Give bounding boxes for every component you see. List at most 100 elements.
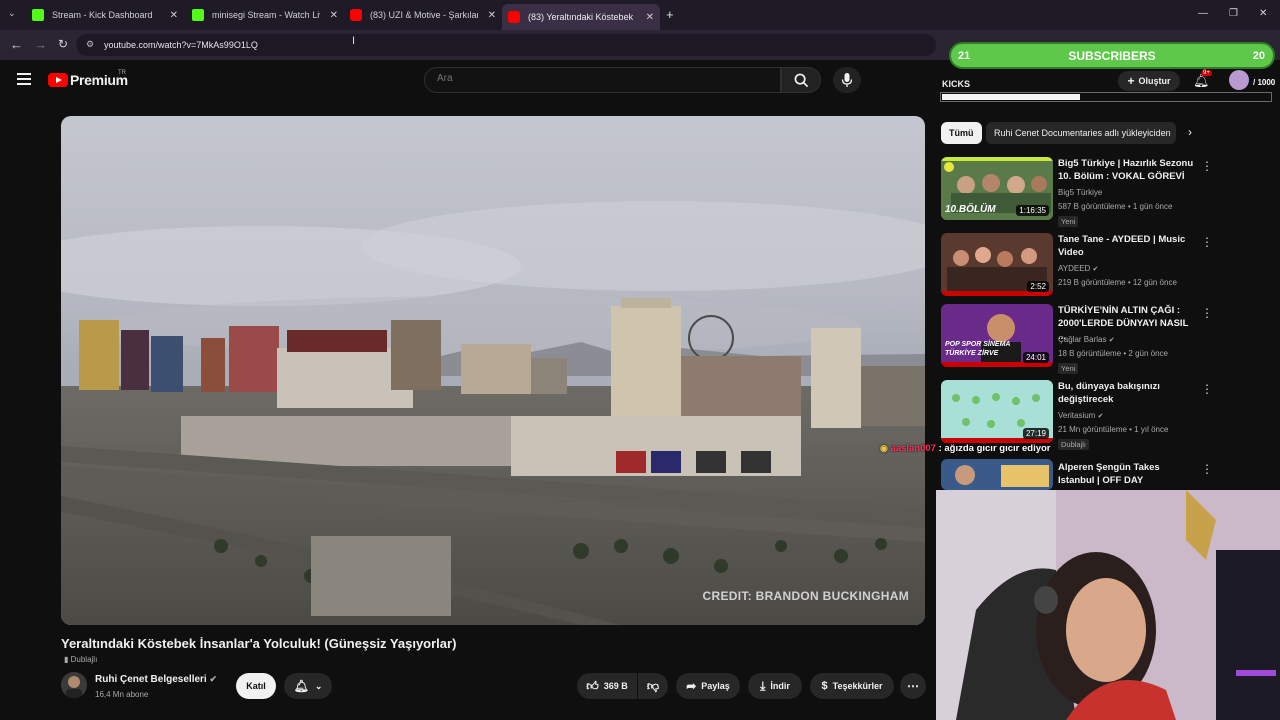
dubbed-icon: ▮	[64, 655, 71, 664]
reload-icon[interactable]: ↻	[58, 37, 68, 51]
chat-username: aaslan007	[890, 443, 936, 454]
recommended-video[interactable]: POP SPOR SİNEMA TÜRKİYE ZİRVE 24:01 TÜRK…	[941, 304, 1221, 374]
channel-name-text: Ruhi Çenet Belgeselleri	[95, 674, 207, 685]
more-vertical-icon[interactable]: ⋮	[1201, 306, 1213, 320]
recommended-meta: 21 Mn görüntüleme • 1 yıl önce	[1058, 425, 1169, 434]
share-button[interactable]: ➦ Paylaş	[676, 673, 740, 699]
voice-search-button[interactable]	[833, 67, 861, 93]
like-button[interactable]: 👍︎ 369 B	[577, 673, 637, 699]
recommended-meta: 219 B görüntüleme • 12 gün önce	[1058, 278, 1177, 287]
more-vertical-icon[interactable]: ⋮	[1201, 159, 1213, 173]
dislike-button[interactable]: 👎︎	[638, 673, 668, 699]
more-vertical-icon[interactable]: ⋮	[1201, 382, 1213, 396]
download-icon: ⤓	[760, 678, 766, 693]
text-cursor-icon: I	[352, 35, 356, 47]
recommended-meta: 587 B görüntüleme • 1 gün önce	[1058, 202, 1173, 211]
maximize-icon[interactable]: ❐	[1229, 8, 1238, 19]
recommended-title[interactable]: Alperen Şengün Takes Istanbul | OFF DAY	[1058, 461, 1198, 487]
close-tab-icon[interactable]: ✕	[488, 10, 496, 21]
dubbed-badge: ▮ Dublajlı	[64, 655, 97, 664]
hamburger-menu-icon[interactable]	[17, 73, 31, 85]
recommended-video[interactable]: 2:52 Tane Tane - AYDEED | Music Video AY…	[941, 233, 1221, 301]
thumbnail-overlay-text: POP SPOR SİNEMA TÜRKİYE ZİRVE	[945, 341, 1011, 357]
recommended-video[interactable]: 27:19 Bu, dünyaya bakışınızı değiştirece…	[941, 380, 1221, 450]
streamer-webcam-overlay	[936, 490, 1280, 720]
minimize-icon[interactable]: —	[1198, 8, 1208, 19]
browser-tab-active[interactable]: (83) Yeraltındaki Köstebek İnsan ✕	[502, 4, 660, 30]
browser-tab[interactable]: minisegi Stream - Watch Live o ✕	[186, 4, 344, 26]
search-button[interactable]	[781, 67, 821, 93]
search-box[interactable]	[424, 67, 781, 93]
thumbnail-overlay-text: 10.BÖLÜM	[945, 204, 996, 215]
super-thanks-icon: $	[821, 680, 828, 692]
video-thumbnail[interactable]: POP SPOR SİNEMA TÜRKİYE ZİRVE 24:01	[941, 304, 1053, 367]
tab-search-icon[interactable]: ⌄	[8, 8, 16, 19]
video-frame-las-vegas-skyline	[61, 116, 925, 625]
channel-avatar[interactable]	[61, 672, 87, 698]
bell-icon: 🔔︎	[293, 679, 309, 693]
video-duration: 2:52	[1027, 281, 1049, 292]
url-text: youtube.com/watch?v=7MkAs99O1LQ	[104, 40, 258, 50]
thanks-button[interactable]: $ Teşekkürler	[810, 673, 894, 699]
dubbed-badge: Dublajlı	[1058, 439, 1090, 450]
plus-icon: +	[1127, 74, 1135, 88]
verified-icon: ✔	[1092, 266, 1099, 273]
account-avatar[interactable]	[1229, 70, 1249, 90]
thumbnail-image	[941, 459, 1053, 490]
search-input[interactable]	[437, 73, 757, 84]
tab-title: (83) Yeraltındaki Köstebek İnsan	[528, 12, 636, 22]
tab-title: (83) UZI & Motive - Şarkılar Sö	[370, 10, 478, 20]
join-button[interactable]: Katıl	[236, 673, 276, 699]
notification-badge: 9+	[1201, 70, 1212, 76]
youtube-logo-icon[interactable]	[48, 73, 68, 87]
recommended-video[interactable]: Alperen Şengün Takes Istanbul | OFF DAY …	[941, 459, 1221, 490]
logo-region: TR	[118, 70, 126, 76]
download-button[interactable]: ⤓ İndir	[748, 673, 802, 699]
forward-arrow-icon[interactable]: →	[34, 37, 47, 52]
recommended-title[interactable]: Big5 Türkiye | Hazırlık Sezonu 10. Bölüm…	[1058, 157, 1198, 183]
video-player[interactable]: CREDIT: BRANDON BUCKINGHAM	[61, 116, 925, 625]
search-icon	[794, 73, 809, 88]
close-tab-icon[interactable]: ✕	[646, 12, 654, 23]
recommended-channel[interactable]: AYDEED ✔	[1058, 264, 1098, 273]
video-thumbnail[interactable]: 10.BÖLÜM 1:16:35	[941, 157, 1053, 220]
close-tab-icon[interactable]: ✕	[330, 10, 338, 21]
more-vertical-icon[interactable]: ⋮	[1201, 462, 1213, 476]
browser-tab[interactable]: Stream - Kick Dashboard ✕	[26, 4, 184, 26]
more-horizontal-icon: ⋯	[907, 679, 919, 693]
video-thumbnail[interactable]: 27:19	[941, 380, 1053, 443]
download-label: İndir	[770, 681, 790, 691]
close-window-icon[interactable]: ✕	[1259, 8, 1267, 19]
chip-all[interactable]: Tümü	[941, 122, 982, 144]
video-thumbnail[interactable]	[941, 459, 1053, 490]
back-arrow-icon[interactable]: ←	[10, 37, 23, 52]
chip-channel-uploads[interactable]: Ruhi Cenet Documentaries adlı yükleyicid…	[986, 122, 1176, 144]
create-button[interactable]: + Oluştur	[1118, 71, 1180, 91]
recommended-channel[interactable]: Çağlar Barlas ✔	[1058, 335, 1115, 344]
new-badge: Yeni	[1058, 363, 1079, 374]
notifications-button[interactable]: 🔔︎ 9+	[1193, 70, 1212, 90]
recommended-title[interactable]: Bu, dünyaya bakışınızı değiştirecek	[1058, 380, 1198, 406]
more-vertical-icon[interactable]: ⋮	[1201, 235, 1213, 249]
avatar-image	[61, 672, 87, 698]
browser-tab[interactable]: (83) UZI & Motive - Şarkılar Sö ✕	[344, 4, 502, 26]
tab-title: minisegi Stream - Watch Live o	[212, 10, 320, 20]
stream-chat-message: ◉ aaslan007 : ağızda gıcır gıcır ediyor	[880, 443, 1051, 454]
recommended-title[interactable]: Tane Tane - AYDEED | Music Video	[1058, 233, 1198, 259]
subscription-notifications-button[interactable]: 🔔︎ ⌄	[284, 673, 332, 699]
microphone-icon	[841, 73, 853, 87]
recommended-channel[interactable]: Veritasium ✔	[1058, 411, 1103, 420]
recommended-video[interactable]: 10.BÖLÜM 1:16:35 Big5 Türkiye | Hazırlık…	[941, 157, 1221, 227]
close-tab-icon[interactable]: ✕	[170, 10, 178, 21]
video-thumbnail[interactable]: 2:52	[941, 233, 1053, 296]
dubbed-label: Dublajlı	[70, 655, 98, 664]
kick-favicon-icon	[192, 9, 204, 21]
channel-name[interactable]: Ruhi Çenet Belgeselleri ✔	[95, 674, 217, 685]
new-tab-button[interactable]: +	[666, 7, 674, 22]
chevron-right-icon[interactable]: ›	[1188, 125, 1192, 139]
address-bar[interactable]: ⚙ youtube.com/watch?v=7MkAs99O1LQ	[76, 34, 936, 56]
more-actions-button[interactable]: ⋯	[900, 673, 926, 699]
site-info-icon[interactable]: ⚙	[86, 39, 94, 50]
verified-icon: ✔	[1097, 413, 1104, 420]
recommended-channel[interactable]: Big5 Türkiye	[1058, 188, 1102, 197]
